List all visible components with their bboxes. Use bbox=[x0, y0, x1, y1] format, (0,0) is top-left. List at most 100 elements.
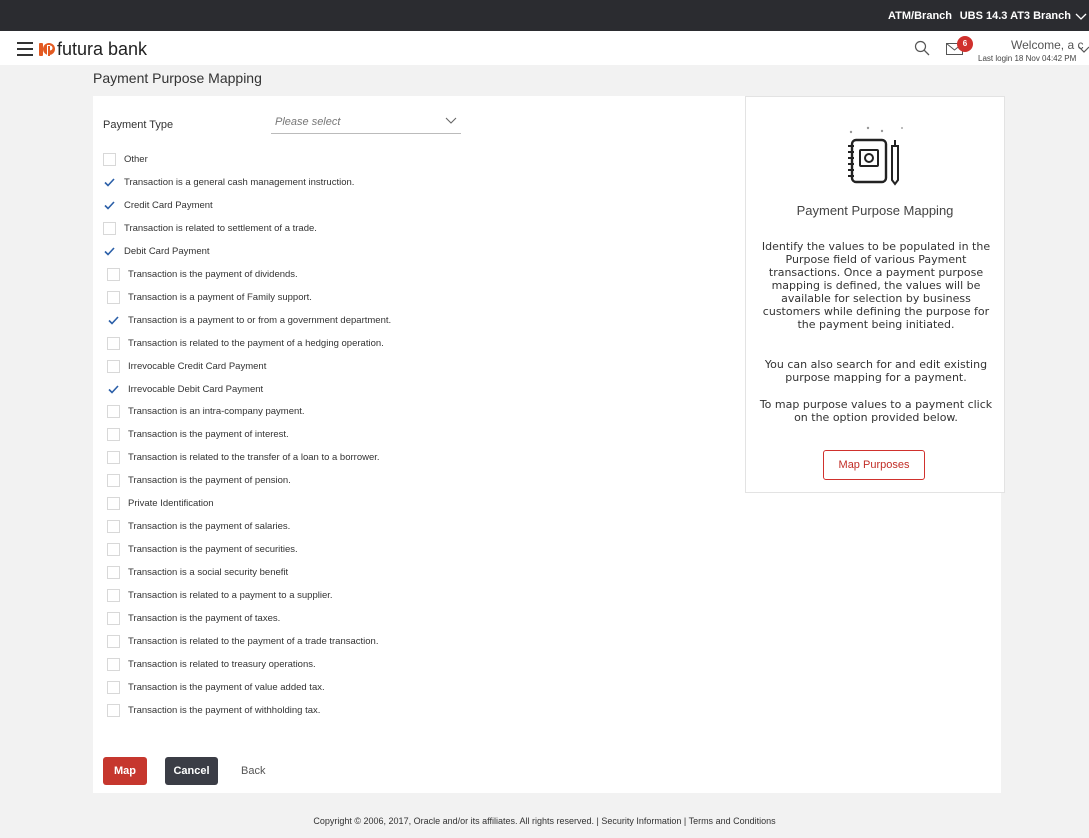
search-icon[interactable] bbox=[914, 40, 930, 56]
purpose-label: Transaction is the payment of pension. bbox=[128, 474, 291, 486]
checked-checkbox[interactable] bbox=[103, 245, 116, 258]
payment-type-placeholder: Please select bbox=[275, 116, 341, 128]
map-button[interactable]: Map bbox=[103, 757, 147, 785]
checkbox[interactable] bbox=[107, 611, 120, 625]
back-link[interactable]: Back bbox=[241, 765, 265, 777]
purpose-checkbox-item[interactable]: Transaction is the payment of interest. bbox=[107, 427, 289, 441]
futura-logo-icon bbox=[39, 43, 55, 57]
branch-label: UBS 14.3 AT3 Branch bbox=[959, 10, 1071, 22]
purpose-label: Debit Card Payment bbox=[124, 245, 210, 257]
purpose-label: Transaction is related to the payment of… bbox=[128, 635, 379, 647]
purpose-checkbox-item[interactable]: Transaction is related to a payment to a… bbox=[107, 588, 333, 602]
purpose-checkbox-item[interactable]: Transaction is the payment of taxes. bbox=[107, 611, 280, 625]
purpose-checkbox-item[interactable]: Transaction is the payment of value adde… bbox=[107, 680, 325, 694]
purpose-checkbox-item[interactable]: Transaction is a general cash management… bbox=[103, 175, 354, 189]
copyright-text: Copyright © 2006, 2017, Oracle and/or it… bbox=[313, 816, 594, 826]
checkbox[interactable] bbox=[103, 221, 116, 235]
logo-text: futura bank bbox=[57, 39, 148, 59]
purpose-checkbox-item[interactable]: Transaction is the payment of pension. bbox=[107, 473, 291, 487]
purpose-checkbox-item[interactable]: Transaction is a payment of Family suppo… bbox=[107, 290, 312, 304]
checkmark-icon bbox=[104, 246, 115, 256]
checkbox[interactable] bbox=[107, 542, 120, 556]
payment-type-select[interactable]: Please select bbox=[271, 108, 461, 134]
checkbox[interactable] bbox=[107, 290, 120, 304]
purpose-label: Transaction is the payment of interest. bbox=[128, 428, 289, 440]
purpose-checkbox-item[interactable]: Transaction is a social security benefit bbox=[107, 565, 288, 579]
map-purposes-button[interactable]: Map Purposes bbox=[823, 450, 925, 480]
checked-checkbox[interactable] bbox=[103, 199, 116, 212]
purpose-checkbox-item[interactable]: Transaction is the payment of salaries. bbox=[107, 519, 290, 533]
info-description: Identify the values to be populated in t… bbox=[761, 240, 991, 331]
purpose-label: Transaction is a payment of Family suppo… bbox=[128, 291, 312, 303]
terms-and-conditions-link[interactable]: Terms and Conditions bbox=[689, 816, 776, 826]
purpose-checkbox-item[interactable]: Irrevocable Debit Card Payment bbox=[107, 382, 263, 396]
purpose-checkbox-item[interactable]: Debit Card Payment bbox=[103, 244, 210, 258]
checkbox[interactable] bbox=[107, 634, 120, 648]
purpose-checkbox-item[interactable]: Transaction is related to the transfer o… bbox=[107, 450, 380, 464]
checked-checkbox[interactable] bbox=[107, 314, 120, 327]
footer: Copyright © 2006, 2017, Oracle and/or it… bbox=[0, 816, 1089, 826]
purpose-label: Transaction is the payment of dividends. bbox=[128, 268, 298, 280]
purpose-checkbox-item[interactable]: Private Identification bbox=[107, 496, 214, 510]
checkbox[interactable] bbox=[107, 404, 120, 418]
purpose-label: Transaction is the payment of value adde… bbox=[128, 681, 325, 693]
security-information-link[interactable]: Security Information bbox=[601, 816, 681, 826]
welcome-user-menu[interactable]: Welcome, a c bbox=[1011, 38, 1083, 52]
purpose-label: Irrevocable Credit Card Payment bbox=[128, 360, 267, 372]
checkbox[interactable] bbox=[107, 565, 120, 579]
purpose-checkbox-item[interactable]: Transaction is the payment of dividends. bbox=[107, 267, 298, 281]
checkbox[interactable] bbox=[107, 427, 120, 441]
checkbox[interactable] bbox=[107, 519, 120, 533]
purpose-checkbox-item[interactable]: Credit Card Payment bbox=[103, 198, 213, 212]
purpose-label: Transaction is an intra-company payment. bbox=[128, 405, 305, 417]
checkbox[interactable] bbox=[107, 267, 120, 281]
checkbox[interactable] bbox=[107, 450, 120, 464]
top-bar: ATM/Branch UBS 14.3 AT3 Branch bbox=[0, 0, 1089, 31]
checked-checkbox[interactable] bbox=[103, 176, 116, 189]
purpose-checkbox-item[interactable]: Transaction is related to settlement of … bbox=[103, 221, 317, 235]
purpose-label: Irrevocable Debit Card Payment bbox=[128, 383, 264, 395]
chevron-down-icon bbox=[445, 117, 457, 124]
checked-checkbox[interactable] bbox=[107, 383, 120, 396]
notebook-pen-icon bbox=[848, 126, 903, 186]
purpose-label: Transaction is related to the transfer o… bbox=[128, 451, 380, 463]
purpose-checkbox-item[interactable]: Other bbox=[103, 152, 148, 166]
atm-branch-link[interactable]: ATM/Branch bbox=[888, 10, 952, 22]
checkbox[interactable] bbox=[107, 588, 120, 602]
page-title: Payment Purpose Mapping bbox=[93, 70, 262, 86]
checkmark-icon bbox=[108, 315, 119, 325]
purpose-label: Transaction is a payment to or from a go… bbox=[128, 314, 392, 326]
checkbox[interactable] bbox=[107, 359, 120, 373]
checkbox[interactable] bbox=[107, 336, 120, 350]
purpose-label: Transaction is the payment of securities… bbox=[128, 543, 298, 555]
checkbox[interactable] bbox=[103, 152, 116, 166]
checkmark-icon bbox=[108, 384, 119, 394]
purpose-checkbox-item[interactable]: Transaction is an intra-company payment. bbox=[107, 404, 305, 418]
checkbox[interactable] bbox=[107, 496, 120, 510]
checkbox[interactable] bbox=[107, 703, 120, 717]
purpose-label: Transaction is the payment of salaries. bbox=[128, 520, 291, 532]
last-login-text: Last login 18 Nov 04:42 PM bbox=[978, 54, 1077, 63]
cancel-button[interactable]: Cancel bbox=[165, 757, 218, 785]
checkmark-icon bbox=[104, 200, 115, 210]
purpose-checkbox-item[interactable]: Transaction is the payment of withholdin… bbox=[107, 703, 320, 717]
purpose-label: Credit Card Payment bbox=[124, 199, 213, 211]
branch-selector[interactable]: UBS 14.3 AT3 Branch bbox=[960, 10, 1087, 22]
purpose-checkbox-item[interactable]: Transaction is related to the payment of… bbox=[107, 634, 378, 648]
purpose-label: Private Identification bbox=[128, 497, 214, 509]
purpose-checkbox-item[interactable]: Transaction is a payment to or from a go… bbox=[107, 313, 391, 327]
checkbox[interactable] bbox=[107, 657, 120, 671]
purpose-label: Transaction is related to the payment of… bbox=[128, 337, 384, 349]
chevron-down-icon[interactable] bbox=[1078, 43, 1089, 55]
info-search-note: You can also search for and edit existin… bbox=[764, 358, 988, 384]
purpose-label: Other bbox=[124, 153, 148, 165]
notification-badge: 6 bbox=[957, 36, 973, 52]
menu-icon[interactable] bbox=[17, 42, 33, 56]
purpose-checkbox-item[interactable]: Transaction is the payment of securities… bbox=[107, 542, 298, 556]
checkbox[interactable] bbox=[107, 473, 120, 487]
purpose-checkbox-item[interactable]: Irrevocable Credit Card Payment bbox=[107, 359, 266, 373]
purpose-checkbox-item[interactable]: Transaction is related to the payment of… bbox=[107, 336, 384, 350]
info-map-note: To map purpose values to a payment click… bbox=[759, 398, 993, 424]
checkbox[interactable] bbox=[107, 680, 120, 694]
purpose-checkbox-item[interactable]: Transaction is related to treasury opera… bbox=[107, 657, 316, 671]
